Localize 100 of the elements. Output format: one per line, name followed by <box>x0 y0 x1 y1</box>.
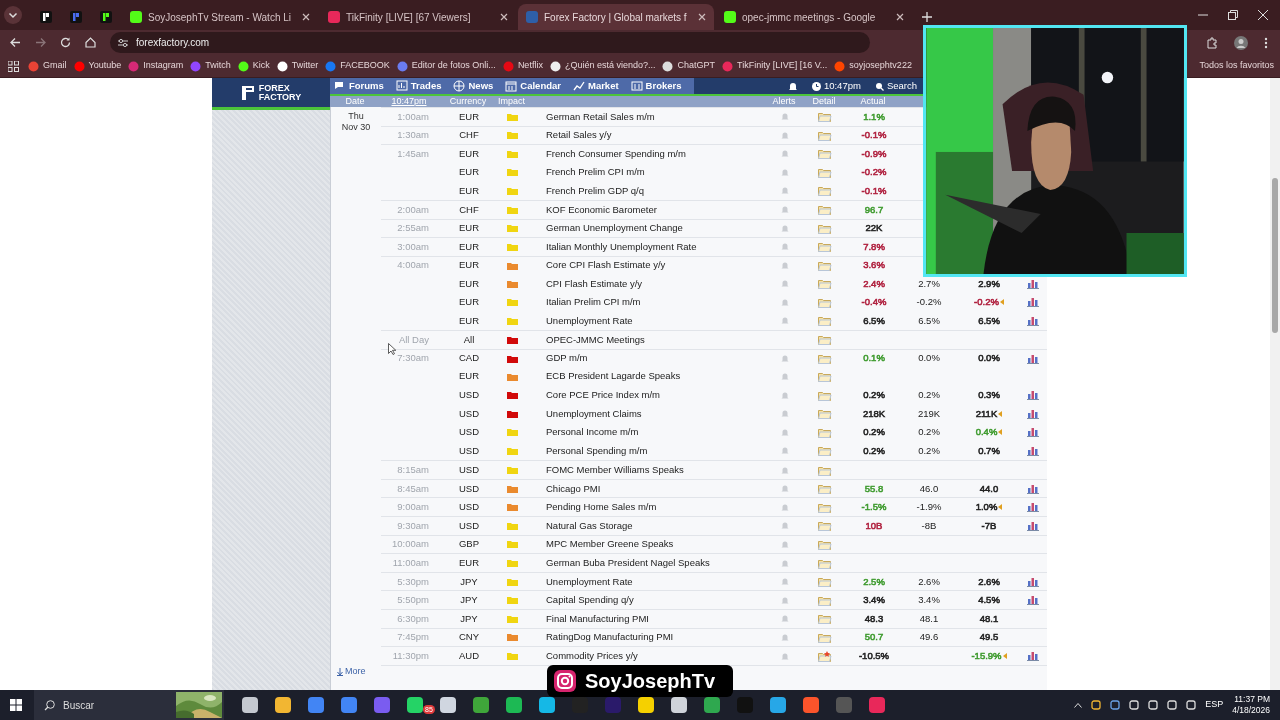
nav-link[interactable]: Market <box>572 78 619 94</box>
forward-icon[interactable] <box>35 37 46 48</box>
folder-icon[interactable] <box>818 538 832 550</box>
folder-icon[interactable] <box>818 389 832 401</box>
event-name[interactable]: Pending Home Sales m/m <box>546 501 657 513</box>
event-name[interactable]: German Retail Sales m/m <box>546 110 655 122</box>
browser-tab[interactable]: TikFinity [LIVE] [67 Viewers] <box>320 4 516 30</box>
browser-tab[interactable]: SoyJosephTv Stream - Watch Li <box>122 4 318 30</box>
bookmark[interactable]: FACEBOOK <box>323 57 392 75</box>
event-name[interactable]: Personal Spending m/m <box>546 444 648 456</box>
bar-chart-icon[interactable] <box>1026 576 1039 587</box>
bar-chart-icon[interactable] <box>1026 278 1039 289</box>
event-name[interactable]: Unemployment Claims <box>546 407 642 419</box>
event-name[interactable]: ECB President Lagarde Speaks <box>546 370 681 382</box>
event-name[interactable]: Natural Gas Storage <box>546 519 633 531</box>
event-name[interactable]: OPEC-JMMC Meetings <box>546 333 645 345</box>
folder-icon[interactable] <box>818 501 832 513</box>
folder-icon[interactable] <box>818 483 832 495</box>
nav-link[interactable]: Brokers <box>630 78 682 94</box>
new-tab-icon[interactable] <box>922 12 932 22</box>
folder-icon[interactable] <box>818 315 832 327</box>
folder-icon[interactable] <box>818 371 832 383</box>
folder-icon[interactable] <box>818 222 832 234</box>
site-logo[interactable]: FOREX FACTORY <box>212 78 330 110</box>
bar-chart-icon[interactable] <box>1026 595 1039 606</box>
event-name[interactable]: Chicago PMI <box>546 482 601 494</box>
event-name[interactable]: Italian Prelim CPI m/m <box>546 296 641 308</box>
close-icon[interactable] <box>500 13 508 21</box>
bookmark[interactable]: Instagram <box>126 57 186 75</box>
event-name[interactable]: Capital Spending q/y <box>546 594 634 606</box>
search-link[interactable]: Search <box>874 78 917 94</box>
folder-icon[interactable] <box>818 185 832 197</box>
folder-icon[interactable] <box>818 260 832 272</box>
folder-star-icon[interactable] <box>818 650 832 662</box>
windows-icon[interactable] <box>10 699 22 711</box>
browser-tab[interactable]: opec-jmmc meetings - Google <box>716 4 912 30</box>
folder-icon[interactable] <box>818 557 832 569</box>
address-bar[interactable]: forexfactory.com <box>110 32 870 53</box>
nav-link[interactable]: News <box>453 78 494 94</box>
avatar-icon[interactable] <box>1234 35 1248 50</box>
folder-icon[interactable] <box>818 576 832 588</box>
nav-link[interactable]: Trades <box>395 78 442 94</box>
nav-link[interactable]: Calendar <box>505 78 561 94</box>
app-icon[interactable] <box>671 697 687 713</box>
bookmark[interactable]: ¿Quién está viendo?... <box>547 57 658 75</box>
app-icon[interactable] <box>308 697 324 713</box>
folder-icon[interactable] <box>818 594 832 606</box>
event-name[interactable]: Italian Monthly Unemployment Rate <box>546 240 697 252</box>
folder-icon[interactable] <box>818 464 832 476</box>
close-icon[interactable] <box>698 13 706 21</box>
bookmark[interactable]: Youtube <box>71 57 124 75</box>
bookmark[interactable]: soyjosephtv222 <box>832 57 914 75</box>
bar-chart-icon[interactable] <box>1026 502 1039 513</box>
event-name[interactable]: Retail Sales y/y <box>546 129 612 141</box>
event-name[interactable]: Personal Income m/m <box>546 426 639 438</box>
bar-chart-icon[interactable] <box>1026 390 1039 401</box>
folder-icon[interactable] <box>818 353 832 364</box>
close-icon[interactable] <box>302 13 310 21</box>
event-name[interactable]: Core CPI Flash Estimate y/y <box>546 259 666 271</box>
close-icon[interactable] <box>896 13 904 21</box>
app-icon[interactable] <box>638 697 654 713</box>
close-icon[interactable] <box>1258 10 1268 20</box>
more-link[interactable]: More <box>337 665 366 679</box>
folder-icon[interactable] <box>818 445 832 457</box>
app-icon[interactable] <box>341 697 357 713</box>
bookmark[interactable]: TikFinity [LIVE] [16 V... <box>719 57 830 75</box>
folder-icon[interactable] <box>818 408 832 420</box>
app-icon[interactable] <box>770 697 786 713</box>
folder-icon[interactable] <box>818 520 832 532</box>
folder-icon[interactable] <box>818 426 832 438</box>
nav-link[interactable]: Forums <box>334 78 384 94</box>
app-icon[interactable] <box>506 697 522 713</box>
back-icon[interactable] <box>10 37 21 48</box>
scrollbar-thumb[interactable] <box>1272 178 1278 333</box>
app-icon[interactable] <box>704 697 720 713</box>
bar-chart-icon[interactable] <box>1026 353 1039 364</box>
event-name[interactable]: Unemployment Rate <box>546 575 633 587</box>
tray-icon[interactable] <box>1110 700 1121 710</box>
app-icon[interactable] <box>803 697 819 713</box>
app-icon[interactable] <box>473 697 489 713</box>
bar-chart-icon[interactable] <box>1026 651 1039 661</box>
site-settings-icon[interactable] <box>118 37 128 48</box>
event-name[interactable]: FOMC Member Williams Speaks <box>546 463 684 475</box>
folder-icon[interactable] <box>818 204 832 216</box>
bar-chart-icon[interactable] <box>1026 315 1039 326</box>
restore-icon[interactable] <box>1228 10 1238 20</box>
event-name[interactable]: GDP m/m <box>546 352 588 364</box>
event-name[interactable]: Commodity Prices y/y <box>546 649 638 661</box>
bar-chart-icon[interactable] <box>1026 297 1039 308</box>
home-icon[interactable] <box>85 37 96 48</box>
folder-icon[interactable] <box>818 296 832 308</box>
bar-chart-icon[interactable] <box>1026 446 1039 456</box>
event-name[interactable]: KOF Economic Barometer <box>546 203 657 215</box>
clock[interactable]: 10:47pm <box>811 78 861 94</box>
app-icon[interactable] <box>869 697 885 713</box>
menu-icon[interactable] <box>1264 36 1268 49</box>
folder-icon[interactable] <box>818 613 832 625</box>
folder-icon[interactable] <box>818 148 832 160</box>
bookmark[interactable]: Kick <box>235 57 272 75</box>
event-name[interactable]: German Buba President Nagel Speaks <box>546 556 710 568</box>
